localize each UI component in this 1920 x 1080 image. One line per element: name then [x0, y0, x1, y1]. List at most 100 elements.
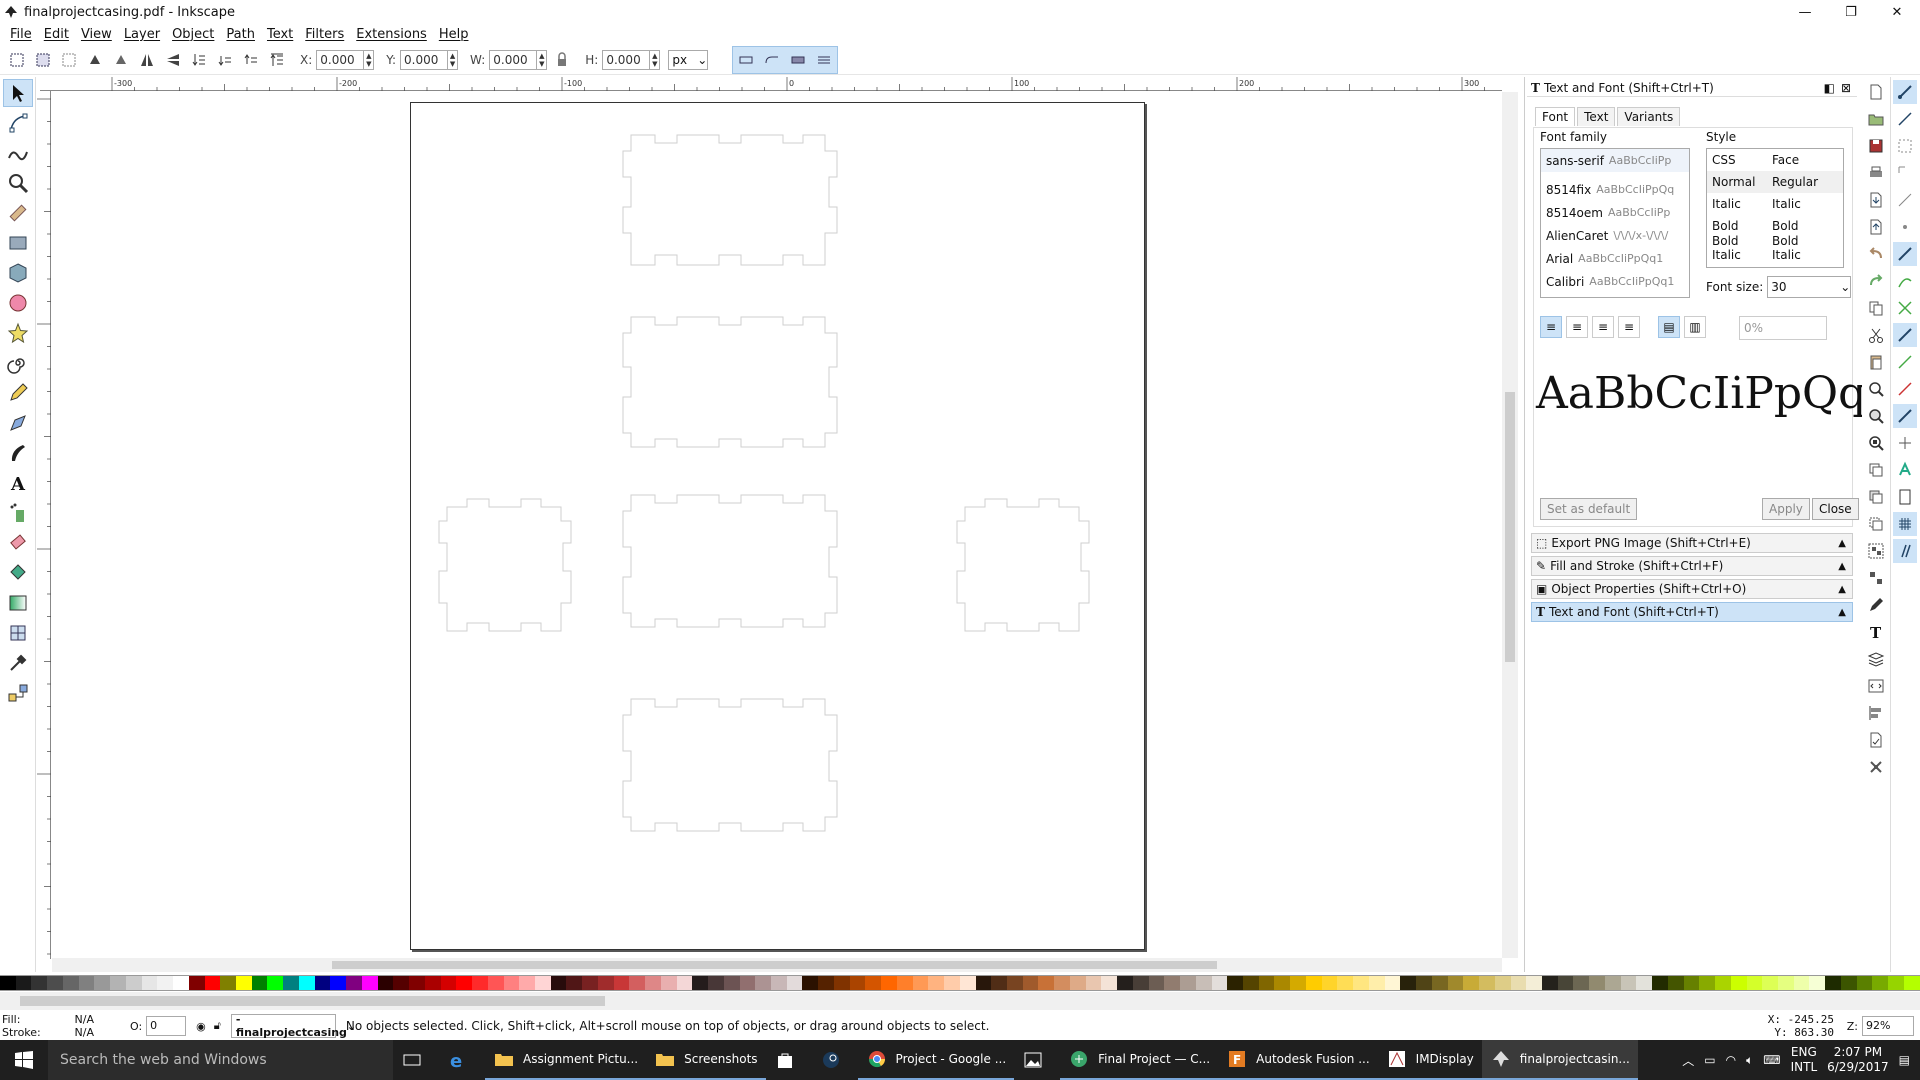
color-swatch[interactable]	[1368, 976, 1385, 990]
pencil-tool[interactable]	[3, 379, 33, 407]
menu-filters[interactable]: Filters	[299, 27, 350, 42]
snap-guide-icon[interactable]	[1893, 539, 1917, 563]
taskbar-item-screenshots[interactable]: Screenshots	[646, 1040, 766, 1080]
color-swatch[interactable]	[1069, 976, 1086, 990]
color-swatch[interactable]	[1353, 976, 1369, 990]
tab-text[interactable]: Text	[1577, 107, 1616, 126]
color-swatch[interactable]	[62, 976, 79, 990]
color-swatch[interactable]	[629, 976, 646, 990]
calligraphy-tool[interactable]	[3, 439, 33, 467]
panel-export-png[interactable]: ⬚ Export PNG Image (Shift+Ctrl+E) ▲	[1531, 533, 1853, 553]
unlink-clone-icon[interactable]	[1864, 512, 1888, 536]
tab-font[interactable]: Font	[1535, 107, 1576, 126]
style-list[interactable]: CSS Face Normal Regular Italic Italic Bold B…	[1706, 148, 1844, 268]
taskbar-item-inkscape[interactable]: finalprojectcasin...	[1481, 1040, 1638, 1080]
document-page[interactable]	[410, 102, 1145, 950]
color-swatch[interactable]	[1872, 976, 1889, 990]
color-swatch[interactable]	[31, 976, 48, 990]
scale-stroke-icon[interactable]	[733, 47, 759, 73]
h-input[interactable]: 0.000	[602, 49, 651, 70]
color-swatch[interactable]	[660, 976, 677, 990]
fill-stroke-indicator[interactable]: Fill: N/A Stroke: N/A	[0, 1013, 110, 1039]
color-swatch[interactable]	[1148, 976, 1165, 990]
color-swatch[interactable]	[393, 976, 410, 990]
steam-button[interactable]	[812, 1040, 858, 1080]
panel-text-and-font[interactable]: T Text and Font (Shift+Ctrl+T) ▲	[1531, 602, 1853, 622]
color-swatch[interactable]	[1825, 976, 1841, 990]
unit-select[interactable]: px ⌄	[668, 49, 709, 70]
clone-icon[interactable]	[1864, 485, 1888, 509]
panel-object-properties[interactable]: ▣ Object Properties (Shift+Ctrl+O) ▲	[1531, 579, 1853, 599]
color-swatch[interactable]	[251, 976, 268, 990]
select-all-icon[interactable]	[6, 49, 28, 71]
color-swatch[interactable]	[991, 976, 1007, 990]
color-swatch[interactable]	[1321, 976, 1338, 990]
font-family-list[interactable]: sans-serif AaBbCcIiPp 8514fix AaBbCcIiPpQq…	[1540, 148, 1690, 298]
palette-scrollbar[interactable]	[0, 992, 1920, 1010]
color-swatch[interactable]	[770, 976, 787, 990]
raise-to-top-icon[interactable]	[266, 49, 288, 71]
font-family-item[interactable]: 8514fix AaBbCcIiPpQq	[1541, 178, 1689, 201]
close-dialog-button[interactable]: Close	[1812, 498, 1859, 520]
duplicate-icon[interactable]	[1864, 458, 1888, 482]
color-swatch[interactable]	[1604, 976, 1621, 990]
color-swatch[interactable]	[912, 976, 929, 990]
color-swatch[interactable]	[1589, 976, 1605, 990]
font-family-item[interactable]: 8514oem AaBbCcIiPp	[1541, 201, 1689, 224]
y-stepper[interactable]: ▲ ▼	[448, 49, 459, 70]
zoom-input[interactable]: 92%	[1862, 1016, 1914, 1036]
horizontal-text-icon[interactable]: ▤	[1658, 316, 1680, 338]
color-swatch[interactable]	[1180, 976, 1196, 990]
color-swatch[interactable]	[1809, 976, 1826, 990]
casing-panels-drawing[interactable]	[411, 103, 1146, 951]
style-row[interactable]: Italic Italic	[1707, 193, 1843, 215]
import-icon[interactable]	[1864, 188, 1888, 212]
color-swatch[interactable]	[1384, 976, 1401, 990]
volume-icon[interactable]: 🔈︎	[1746, 1053, 1753, 1068]
color-swatch[interactable]	[157, 976, 174, 990]
taskbar-item-assignment[interactable]: Assignment Pictu...	[485, 1040, 647, 1080]
ungroup-icon[interactable]	[1864, 566, 1888, 590]
zoom-tool[interactable]	[3, 169, 33, 197]
color-swatch[interactable]	[330, 976, 347, 990]
color-swatch[interactable]	[424, 976, 441, 990]
x-input[interactable]: 0.000	[316, 49, 365, 70]
scale-corners-icon[interactable]	[759, 47, 785, 73]
color-swatch[interactable]	[283, 976, 299, 990]
menu-file[interactable]: File	[4, 27, 38, 42]
color-swatch[interactable]	[1652, 976, 1668, 990]
color-swatch[interactable]	[236, 976, 252, 990]
color-swatch[interactable]	[1243, 976, 1259, 990]
move-patterns-icon[interactable]	[811, 47, 837, 73]
color-swatch[interactable]	[1022, 976, 1039, 990]
node-tool[interactable]	[3, 109, 33, 137]
color-swatch[interactable]	[0, 976, 16, 990]
color-swatch[interactable]	[1007, 976, 1023, 990]
paint-bucket-tool[interactable]	[3, 559, 33, 587]
color-swatch[interactable]	[204, 976, 221, 990]
opacity-input[interactable]: 0	[146, 1016, 187, 1036]
color-swatch[interactable]	[1746, 976, 1763, 990]
font-family-item[interactable]: Calibri AaBbCcIiPpQq1	[1541, 270, 1689, 293]
vertical-text-icon[interactable]: ▥	[1684, 316, 1706, 338]
maximize-button[interactable]: ❐	[1828, 0, 1874, 24]
font-family-item[interactable]: AlienCaret \/\/\/x-\/\/\/	[1541, 224, 1689, 247]
color-swatch[interactable]	[173, 976, 189, 990]
font-family-item[interactable]: Arial AaBbCcIiPpQq1	[1541, 247, 1689, 270]
w-input[interactable]: 0.000	[489, 49, 538, 70]
color-swatch[interactable]	[1085, 976, 1102, 990]
flip-horizontal-icon[interactable]	[136, 49, 158, 71]
battery-icon[interactable]: ▭	[1704, 1053, 1715, 1067]
color-swatch[interactable]	[141, 976, 158, 990]
palette-scroll-thumb[interactable]	[20, 996, 605, 1006]
spiral-tool[interactable]	[3, 349, 33, 377]
spray-tool[interactable]	[3, 499, 33, 527]
color-swatch[interactable]	[1117, 976, 1133, 990]
cut-icon[interactable]	[1864, 323, 1888, 347]
style-row[interactable]: Normal Regular	[1707, 171, 1843, 193]
copy-icon[interactable]	[1864, 296, 1888, 320]
font-size-input[interactable]: 30 ⌄	[1767, 276, 1852, 298]
task-view-button[interactable]	[393, 1040, 439, 1080]
color-swatch[interactable]	[1494, 976, 1511, 990]
align-right-icon[interactable]: ≡	[1592, 316, 1614, 338]
